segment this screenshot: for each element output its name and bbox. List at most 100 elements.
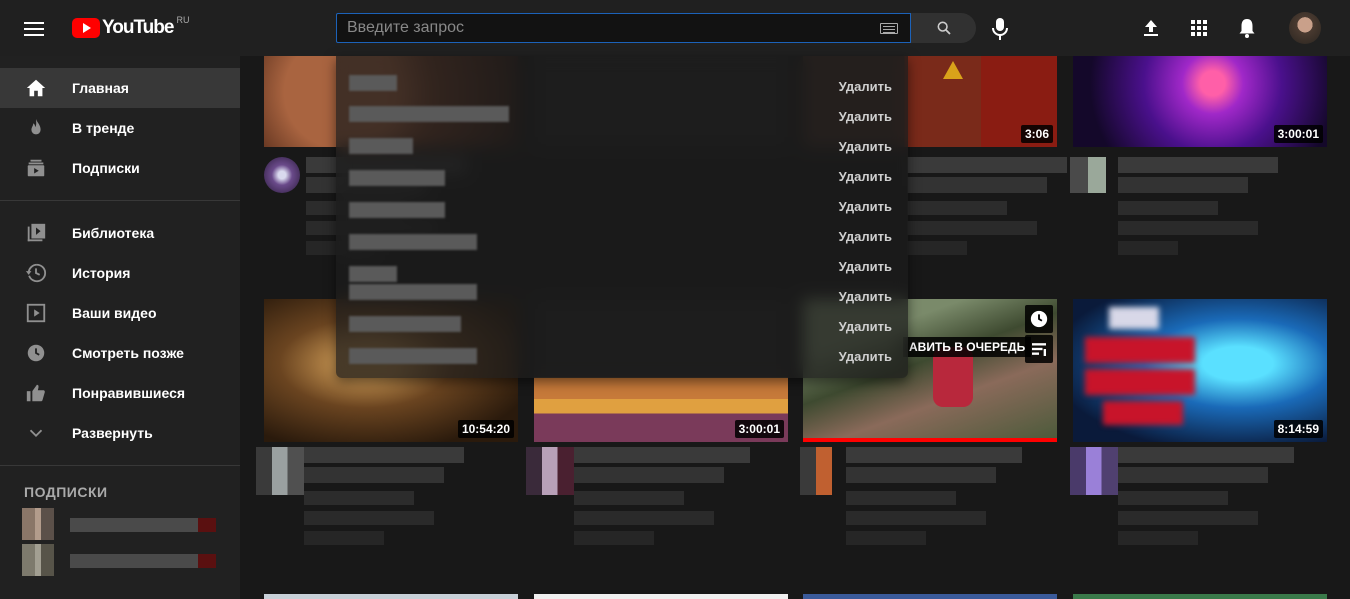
video-thumbnail[interactable] xyxy=(264,594,518,599)
channel-avatar[interactable] xyxy=(264,157,300,193)
sidebar-item-label: Подписки xyxy=(72,160,140,176)
channel-name-blurred xyxy=(1118,491,1228,505)
microphone-icon[interactable] xyxy=(990,17,1010,41)
logo-text: YouTube xyxy=(102,17,174,38)
chevron-down-icon xyxy=(29,429,43,438)
channel-name-blurred xyxy=(574,491,684,505)
youtube-logo[interactable]: YouTube RU xyxy=(72,15,189,40)
channel-avatar[interactable] xyxy=(256,447,304,495)
video-title-blurred xyxy=(574,447,750,463)
add-to-queue-label: АВИТЬ В ОЧЕРЕДЬ xyxy=(903,337,1032,357)
video-meta-blurred xyxy=(907,241,967,255)
sidebar-item-expand[interactable]: Развернуть xyxy=(0,413,240,453)
menu-icon[interactable] xyxy=(24,18,48,38)
video-title-blurred xyxy=(1118,177,1248,193)
youtube-play-icon xyxy=(72,18,100,38)
search-suggestion[interactable]: Удалить xyxy=(336,86,908,124)
keyboard-icon[interactable] xyxy=(880,23,898,34)
subscriptions-icon xyxy=(27,159,45,177)
search-box[interactable] xyxy=(336,13,911,43)
search-input[interactable] xyxy=(337,14,910,42)
sidebar-item-trending[interactable]: В тренде xyxy=(0,108,240,148)
upload-icon[interactable] xyxy=(1139,16,1163,40)
video-title-blurred xyxy=(1118,157,1278,173)
watch-progress-bar xyxy=(803,438,1057,442)
video-meta-blurred xyxy=(574,511,714,525)
search-suggestion[interactable]: Удалить xyxy=(336,116,908,154)
video-meta-blurred xyxy=(1118,531,1198,545)
sidebar-item-liked[interactable]: Понравившиеся xyxy=(0,373,240,413)
search-suggestion[interactable]: Удалить xyxy=(336,236,908,282)
watch-later-button[interactable] xyxy=(1025,305,1053,333)
video-duration: 10:54:20 xyxy=(457,420,514,438)
sidebar-item-history[interactable]: История xyxy=(0,253,240,293)
video-thumbnail[interactable] xyxy=(803,594,1057,599)
channel-avatar[interactable] xyxy=(1070,157,1106,193)
video-thumbnail[interactable] xyxy=(534,594,788,599)
search-suggestion[interactable]: Удалить xyxy=(336,296,908,334)
channel-avatar xyxy=(22,508,54,540)
apps-icon[interactable] xyxy=(1187,16,1211,40)
thumbnail-text-blurred xyxy=(1085,337,1195,363)
history-icon xyxy=(25,263,47,283)
add-to-queue-button[interactable] xyxy=(1025,335,1053,363)
channel-avatar[interactable] xyxy=(1070,447,1118,495)
delete-suggestion-button[interactable]: Удалить xyxy=(839,349,892,364)
account-avatar[interactable] xyxy=(1289,12,1321,44)
thumbnail-text-blurred xyxy=(1109,307,1159,329)
video-title-blurred xyxy=(304,467,444,483)
channel-avatar[interactable] xyxy=(526,447,574,495)
flame-icon xyxy=(31,118,41,135)
search-suggestion[interactable]: Удалить xyxy=(336,206,908,250)
channel-name-blurred xyxy=(70,518,198,532)
sidebar-item-label: Смотреть позже xyxy=(72,345,184,361)
channel-live-dot xyxy=(198,554,216,568)
video-thumbnail[interactable] xyxy=(1073,594,1327,599)
search-suggestion[interactable]: Удалить xyxy=(336,56,908,94)
sidebar-item-watch-later[interactable]: Смотреть позже xyxy=(0,333,240,373)
channel-live-dot xyxy=(198,518,216,532)
video-thumbnail[interactable]: 8:14:59 xyxy=(1073,299,1327,442)
channel-name-blurred xyxy=(1118,201,1218,215)
search-suggestion[interactable]: Удалить xyxy=(336,176,908,218)
search-suggestion[interactable]: Удалить xyxy=(336,266,908,304)
thumbnail-text-blurred xyxy=(1085,369,1195,395)
search-suggestions-dropdown: Удалить Удалить Удалить Удалить Удалить … xyxy=(336,56,908,378)
sidebar-item-label: Ваши видео xyxy=(72,305,157,321)
suggestion-text-blurred xyxy=(349,348,477,364)
notifications-icon[interactable] xyxy=(1235,16,1259,40)
sidebar-item-label: История xyxy=(72,265,131,281)
video-meta-blurred xyxy=(1118,241,1178,255)
channel-name-blurred xyxy=(907,201,1007,215)
video-title-blurred xyxy=(1118,447,1294,463)
search-suggestion[interactable]: Удалить xyxy=(336,146,908,186)
video-duration: 3:00:01 xyxy=(1273,125,1323,143)
sidebar-item-subscriptions[interactable]: Подписки xyxy=(0,148,240,188)
video-title-blurred xyxy=(846,447,1022,463)
sidebar-item-label: Развернуть xyxy=(72,425,153,441)
like-icon xyxy=(26,384,45,402)
channel-avatar xyxy=(22,544,54,576)
sidebar-item-label: В тренде xyxy=(72,120,135,136)
video-duration: 3:00:01 xyxy=(734,420,784,438)
video-meta-blurred xyxy=(1118,221,1258,235)
sidebar-item-home[interactable]: Главная xyxy=(0,68,240,108)
search-icon xyxy=(937,21,951,35)
search-suggestion[interactable]: Удалить xyxy=(336,326,908,364)
sidebar-item-library[interactable]: Библиотека xyxy=(0,213,240,253)
subscription-channel[interactable] xyxy=(0,542,240,576)
video-duration: 3:06 xyxy=(1020,125,1053,143)
queue-icon xyxy=(1032,343,1046,356)
video-title-blurred xyxy=(846,467,996,483)
sidebar-item-your-videos[interactable]: Ваши видео xyxy=(0,293,240,333)
search-button[interactable] xyxy=(911,13,976,43)
video-title-blurred xyxy=(907,157,1067,173)
channel-avatar[interactable] xyxy=(800,447,832,495)
sidebar-item-label: Понравившиеся xyxy=(72,385,186,401)
video-meta-blurred xyxy=(1118,511,1258,525)
home-icon xyxy=(26,79,46,97)
sidebar-item-label: Главная xyxy=(72,80,129,96)
subscription-channel[interactable] xyxy=(0,508,240,540)
video-title-blurred xyxy=(907,177,1047,193)
video-meta-blurred xyxy=(304,531,384,545)
